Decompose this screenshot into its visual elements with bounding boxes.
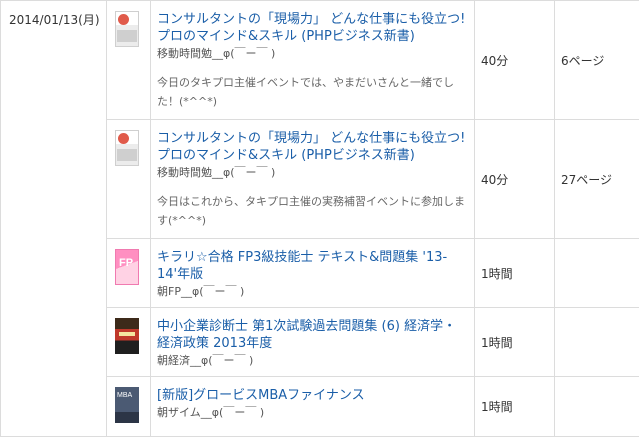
study-time: 1時間 — [475, 377, 555, 437]
study-time: 1時間 — [475, 239, 555, 308]
book-title-link[interactable]: [新版]グロービスMBAファイナンス — [157, 387, 466, 404]
thumb-cell — [107, 1, 151, 120]
study-comment: 今日はこれから、タキプロ主催の実務補習イベントに参加します(*^^*) — [157, 192, 466, 230]
book-cell: コンサルタントの「現場力」 どんな仕事にも役立つ! プロのマインド&スキル (P… — [151, 1, 475, 120]
entry-date: 2014/01/13(月) — [1, 1, 106, 28]
study-category: 朝FP__φ(￣ー￣ ) — [157, 284, 466, 299]
thumb-cell — [107, 239, 151, 308]
study-time: 1時間 — [475, 308, 555, 377]
study-amount — [555, 308, 639, 377]
study-amount — [555, 377, 639, 437]
study-log-table: 2014/01/13(月) コンサルタントの「現場力」 どんな仕事にも役立つ! … — [0, 0, 639, 437]
study-category: 朝経済__φ(￣ー￣ ) — [157, 353, 466, 368]
book-cell: 中小企業診断士 第1次試験過去問題集 (6) 経済学・経済政策 2013年度 朝… — [151, 308, 475, 377]
book-cell: コンサルタントの「現場力」 どんな仕事にも役立つ! プロのマインド&スキル (P… — [151, 120, 475, 239]
book-cover-economics-icon[interactable] — [115, 318, 139, 354]
book-cell: [新版]グロービスMBAファイナンス 朝ザイム__φ(￣ー￣ ) — [151, 377, 475, 437]
book-title-link[interactable]: 中小企業診断士 第1次試験過去問題集 (6) 経済学・経済政策 2013年度 — [157, 318, 466, 352]
table-row: 2014/01/13(月) コンサルタントの「現場力」 どんな仕事にも役立つ! … — [1, 1, 639, 120]
study-time: 40分 — [475, 1, 555, 120]
study-amount: 6ページ — [555, 1, 639, 120]
study-amount: 27ページ — [555, 120, 639, 239]
date-cell: 2014/01/13(月) — [1, 1, 107, 437]
study-time: 40分 — [475, 120, 555, 239]
book-cover-consultant-icon[interactable] — [115, 130, 139, 166]
thumb-cell — [107, 120, 151, 239]
study-amount — [555, 239, 639, 308]
book-title-link[interactable]: コンサルタントの「現場力」 どんな仕事にも役立つ! プロのマインド&スキル (P… — [157, 130, 466, 164]
study-category: 朝ザイム__φ(￣ー￣ ) — [157, 405, 466, 420]
book-title-link[interactable]: キラリ☆合格 FP3級技能士 テキスト&問題集 '13-14'年版 — [157, 249, 466, 283]
study-category: 移動時間勉__φ(￣ー￣ ) — [157, 46, 466, 61]
study-category: 移動時間勉__φ(￣ー￣ ) — [157, 165, 466, 180]
book-cover-consultant-icon[interactable] — [115, 11, 139, 47]
thumb-cell — [107, 377, 151, 437]
book-cover-mba-icon[interactable] — [115, 387, 139, 423]
book-cover-fp-icon[interactable] — [115, 249, 139, 285]
book-title-link[interactable]: コンサルタントの「現場力」 どんな仕事にも役立つ! プロのマインド&スキル (P… — [157, 11, 466, 45]
thumb-cell — [107, 308, 151, 377]
study-comment: 今日のタキプロ主催イベントでは、やまだいさんと一緒でした！(*^^*) — [157, 73, 466, 111]
book-cell: キラリ☆合格 FP3級技能士 テキスト&問題集 '13-14'年版 朝FP__φ… — [151, 239, 475, 308]
